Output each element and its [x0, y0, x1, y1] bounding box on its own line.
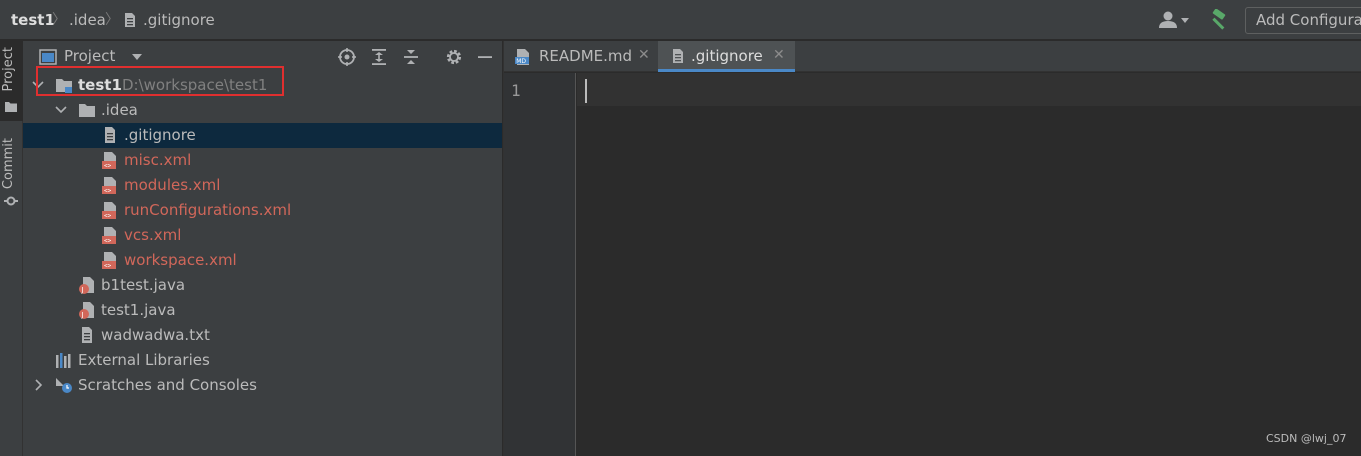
chevron-down-icon[interactable]: [54, 102, 68, 118]
commit-icon: [4, 196, 18, 206]
svg-text:<>: <>: [104, 213, 112, 220]
text-file-icon: [673, 49, 683, 63]
svg-text:<>: <>: [104, 263, 112, 270]
tree-item-label: vcs.xml: [124, 226, 182, 244]
text-file-icon: [82, 327, 92, 343]
tree-item-label: runConfigurations.xml: [124, 201, 292, 219]
svg-text:<>: <>: [104, 188, 112, 195]
java-file-icon: J: [79, 302, 94, 319]
breadcrumb-separator: 〉: [52, 12, 66, 28]
svg-text:J: J: [81, 311, 84, 319]
svg-text:MD: MD: [516, 58, 526, 65]
xml-file-icon: <>: [102, 227, 116, 245]
editor-tab-bar: MD README.md ✕ .gitignore ✕: [504, 41, 1361, 72]
text-file-icon: [105, 127, 115, 143]
tree-item[interactable]: .idea: [23, 98, 502, 123]
tree-item[interactable]: Jtest1.java: [23, 298, 502, 323]
project-panel: Project test1 D:\workspace\test1 .idea .git…: [23, 41, 502, 456]
expand-all-icon[interactable]: [369, 47, 389, 67]
commit-tool-label: Commit: [1, 138, 16, 190]
tree-item-label: Scratches and Consoles: [78, 376, 257, 394]
xml-file-icon: <>: [102, 252, 116, 270]
highlight-annotation-box: [36, 66, 284, 96]
tree-item-label: b1test.java: [101, 276, 186, 294]
text-caret: [585, 79, 587, 103]
breadcrumb-separator: 〉: [105, 12, 119, 28]
project-panel-title[interactable]: Project: [64, 47, 115, 65]
chevron-down-icon[interactable]: [131, 53, 143, 61]
tab-gitignore[interactable]: .gitignore ✕: [658, 41, 795, 72]
close-icon[interactable]: ✕: [773, 47, 785, 63]
breadcrumb-folder[interactable]: .idea: [69, 10, 106, 30]
tree-item[interactable]: <> modules.xml: [23, 173, 502, 198]
line-number: 1: [511, 81, 521, 100]
markdown-file-icon: MD: [515, 49, 529, 65]
user-account-icon[interactable]: [1156, 10, 1192, 30]
svg-text:<>: <>: [104, 163, 112, 170]
breadcrumb-file[interactable]: .gitignore: [143, 10, 215, 30]
current-line-highlight[interactable]: [577, 73, 1361, 106]
editor-gutter: 1: [504, 73, 576, 456]
scratches-icon: [56, 378, 72, 393]
chevron-right-icon[interactable]: [31, 377, 45, 393]
tree-item-label: workspace.xml: [124, 251, 237, 269]
project-tool-label: Project: [1, 47, 16, 92]
build-hammer-icon[interactable]: [1208, 9, 1232, 31]
tab-label: .gitignore: [691, 47, 763, 65]
tree-item[interactable]: External Libraries: [23, 348, 502, 373]
collapse-all-icon[interactable]: [401, 47, 421, 67]
tree-item[interactable]: <> misc.xml: [23, 148, 502, 173]
commit-tool-button[interactable]: Commit: [0, 132, 23, 212]
xml-file-icon: <>: [102, 177, 116, 195]
tree-item[interactable]: .gitignore: [23, 123, 502, 148]
tree-item[interactable]: Jb1test.java: [23, 273, 502, 298]
project-tool-button[interactable]: Project: [0, 41, 23, 121]
tree-item-label: .gitignore: [124, 126, 196, 144]
breadcrumb-project[interactable]: test1: [11, 10, 55, 30]
tree-item[interactable]: wadwadwa.txt: [23, 323, 502, 348]
svg-text:<>: <>: [104, 238, 112, 245]
tab-label: README.md: [539, 47, 633, 65]
tree-item[interactable]: <> vcs.xml: [23, 223, 502, 248]
tree-item-label: External Libraries: [78, 351, 210, 369]
tree-item[interactable]: Scratches and Consoles: [23, 373, 502, 398]
libraries-icon: [56, 353, 71, 368]
tree-item[interactable]: <> workspace.xml: [23, 248, 502, 273]
tree-item-label: test1.java: [101, 301, 176, 319]
svg-text:J: J: [81, 286, 84, 294]
text-file-icon: [125, 13, 135, 27]
gear-icon[interactable]: [444, 47, 464, 67]
tree-item-label: .idea: [101, 101, 138, 119]
minimize-icon[interactable]: [475, 47, 495, 67]
target-icon[interactable]: [337, 47, 357, 67]
xml-file-icon: <>: [102, 152, 116, 170]
watermark: CSDN @lwj_07: [1266, 432, 1347, 445]
close-icon[interactable]: ✕: [638, 47, 650, 63]
navigation-bar: test1 〉 .idea 〉 .gitignore Add Configura…: [0, 0, 1361, 40]
java-file-icon: J: [79, 277, 94, 294]
folder-icon: [79, 104, 95, 117]
tab-readme[interactable]: MD README.md ✕: [504, 41, 656, 72]
folder-icon: [5, 102, 17, 112]
xml-file-icon: <>: [102, 202, 116, 220]
editor-area: MD README.md ✕ .gitignore ✕ 1: [503, 41, 1361, 456]
tree-item[interactable]: <> runConfigurations.xml: [23, 198, 502, 223]
project-view-icon: [39, 49, 57, 65]
tree-item-label: wadwadwa.txt: [101, 326, 210, 344]
tree-item-label: misc.xml: [124, 151, 192, 169]
add-configuration-button[interactable]: Add Configuration...: [1245, 7, 1361, 34]
tree-item-label: modules.xml: [124, 176, 221, 194]
